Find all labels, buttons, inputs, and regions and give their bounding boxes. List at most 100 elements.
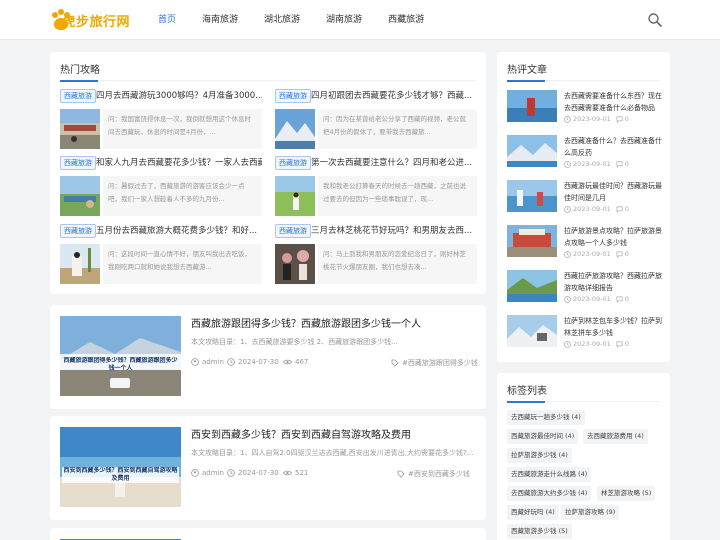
- sidebar-article[interactable]: 拉萨到林芝包车多少钱？拉萨到林芝拼车多少钱 2023-09-01 0: [507, 315, 662, 351]
- author[interactable]: admin: [191, 358, 224, 366]
- hot-item-thumbnail[interactable]: [275, 176, 315, 216]
- sidebar-thumbnail[interactable]: [507, 135, 557, 167]
- hot-item-excerpt: 问：暑假过去了，西藏旅游的游客应该会少一点吧，我们一家人想趁着人不多的九月份..…: [103, 176, 262, 216]
- sidebar-article-title[interactable]: 西藏游玩最佳时间？西藏游玩最佳时间是几月: [564, 180, 662, 204]
- publish-date: 2024-07-30: [227, 358, 279, 366]
- thumbnail-caption: 西藏旅游跟团得多少钱？西藏旅游跟团多少钱一个人: [63, 357, 178, 372]
- hot-item[interactable]: 西藏旅游 五月份去西藏旅游大概花费多少钱？和好... 问：这段时间一直心情不好，…: [60, 224, 262, 284]
- tag-chip[interactable]: 西藏好玩吗 (4): [507, 505, 559, 520]
- comment-icon: [616, 251, 623, 258]
- hot-comments-title: 热评文章: [507, 65, 547, 76]
- sidebar-article[interactable]: 去西藏准备什么？去西藏准备什么高反药 2023-09-01 0: [507, 135, 662, 171]
- hot-item-title[interactable]: 四月去西藏游玩3000够吗？4月准备3000...: [96, 90, 262, 102]
- hot-guides-card: 热门攻略 西藏旅游 四月去西藏游玩3000够吗？4月准备3000... 问：我国…: [50, 52, 486, 294]
- category-tag[interactable]: 西藏旅游: [60, 224, 96, 238]
- comment-icon: [616, 206, 623, 213]
- search-icon[interactable]: [647, 12, 663, 28]
- hot-item[interactable]: 西藏旅游 四月初跟团去西藏要花多少钱才够？西藏... 问：因为在某曾给老公分享了…: [275, 89, 477, 149]
- tag-chip[interactable]: 去西藏旅游大约多少钱 (4): [507, 486, 592, 501]
- nav-item-hubei[interactable]: 湖北旅游: [264, 0, 300, 40]
- hot-item-title[interactable]: 四月初跟团去西藏要花多少钱才够？西藏...: [311, 90, 477, 102]
- sidebar-article-title[interactable]: 拉萨到林芝包车多少钱？拉萨到林芝拼车多少钱: [564, 315, 662, 339]
- author[interactable]: admin: [191, 469, 224, 477]
- hot-item-thumbnail[interactable]: [275, 244, 315, 284]
- clock-icon: [564, 115, 571, 123]
- nav-item-hainan[interactable]: 海南旅游: [202, 0, 238, 40]
- hot-item-thumbnail[interactable]: [60, 109, 100, 149]
- clock-icon: [227, 358, 235, 366]
- article-excerpt: 本文攻略目录：1、四人自驾2.0四驱汉兰达去西藏,西安出发川进青出,大约需要花多…: [191, 449, 474, 457]
- hot-item-thumbnail[interactable]: [60, 176, 100, 216]
- sidebar-article[interactable]: 西藏游玩最佳时间？西藏游玩最佳时间是几月 2023-09-01 0: [507, 180, 662, 216]
- clock-icon: [564, 205, 571, 213]
- article-card[interactable]: 西安到西藏多少钱？西安到西藏自驾游攻略及费用 西安到西藏多少钱？西安到西藏自驾游…: [50, 416, 486, 520]
- article-excerpt: 本文攻略目录：1、去西藏旅游要多少钱 2、西藏旅游跟团多少钱...: [191, 338, 398, 346]
- hot-item-thumbnail[interactable]: [275, 109, 315, 149]
- tag-chip[interactable]: 西藏旅游最佳时间 (4): [507, 429, 579, 444]
- sidebar-article-meta: 2023-09-01 0: [564, 160, 629, 168]
- article-card[interactable]: 西藏旅游跟团得多少钱？西藏旅游跟团多少钱一个人 西藏旅游跟团得多少钱？西藏旅游跟…: [50, 305, 486, 409]
- hot-item-title[interactable]: 五月份去西藏旅游大概花费多少钱？和好...: [96, 225, 262, 237]
- tag-chip[interactable]: 林芝旅游攻略 (5): [597, 486, 656, 501]
- hot-item-excerpt: 问：我国富饶得休息一次，我倒就想用这个休息时间去西藏玩，休息的时间是4月份，..…: [103, 109, 262, 149]
- sidebar-article[interactable]: 拉萨旅游景点攻略？拉萨旅游景点攻略一个人多少钱 2023-09-01 0: [507, 225, 662, 261]
- comment-icon: [616, 161, 623, 168]
- eye-icon: [283, 470, 292, 476]
- article-tag[interactable]: #西安到西藏多少钱: [397, 469, 470, 479]
- hot-item[interactable]: 西藏旅游 和家人九月去西藏要花多少钱？一家人去西藏... 问：暑假过去了，西藏旅…: [60, 156, 262, 216]
- article-thumbnail[interactable]: 西安到西藏多少钱？西安到西藏自驾游攻略及费用: [60, 427, 181, 507]
- category-tag[interactable]: 西藏旅游: [275, 89, 311, 103]
- nav-item-hunan[interactable]: 湖南旅游: [326, 0, 362, 40]
- hot-item-excerpt: 问：因为在某曾给老公分享了西藏的视频，老公就把4月份的假休了，要带我去西藏旅..…: [318, 109, 477, 149]
- sidebar-thumbnail[interactable]: [507, 180, 557, 212]
- sidebar-article-title[interactable]: 拉萨旅游景点攻略？拉萨旅游景点攻略一个人多少钱: [564, 225, 662, 249]
- hot-item-title[interactable]: 和家人九月去西藏要花多少钱？一家人去西藏...: [96, 157, 262, 169]
- hot-item[interactable]: 西藏旅游 四月去西藏游玩3000够吗？4月准备3000... 问：我国富饶得休息…: [60, 89, 262, 149]
- category-tag[interactable]: 西藏旅游: [275, 224, 311, 238]
- category-tag[interactable]: 西藏旅游: [60, 89, 96, 103]
- hot-item-excerpt: 我和我老公打算春天的时候去一趟西藏，之前也说过要去的但因为一些琐事耽误了，现..…: [318, 176, 477, 216]
- article-meta: admin 2024-07-30 467 #西藏旅游跟团得多少钱: [191, 358, 481, 370]
- hot-item[interactable]: 西藏旅游 三月去林芝桃花节好玩吗？和男朋友去西... 问：马上到我和男朋友的恋爱…: [275, 224, 477, 284]
- sidebar-thumbnail[interactable]: [507, 225, 557, 257]
- tag-icon: [397, 470, 405, 478]
- sidebar-article-title[interactable]: 西藏拉萨旅游攻略？西藏拉萨旅游攻略详细报告: [564, 270, 662, 294]
- hot-comments-card: 热评文章 去西藏需要准备什么东西？现在去西藏需要准备什么必备物品 2023-09…: [497, 52, 670, 362]
- category-tag[interactable]: 西藏旅游: [275, 156, 311, 170]
- hot-item[interactable]: 西藏旅游 第一次去西藏要注意什么？四月和老公进... 我和我老公打算春天的时候去…: [275, 156, 477, 216]
- sidebar-thumbnail[interactable]: [507, 270, 557, 302]
- article-thumbnail[interactable]: 西藏旅游跟团得多少钱？西藏旅游跟团多少钱一个人: [60, 316, 181, 396]
- sidebar-article-meta: 2023-09-01 0: [564, 340, 629, 348]
- site-logo[interactable]: 虎步旅行网: [50, 8, 130, 32]
- sidebar-article-title[interactable]: 去西藏准备什么？去西藏准备什么高反药: [564, 135, 662, 159]
- article-card[interactable]: [50, 528, 486, 540]
- nav-item-tibet[interactable]: 西藏旅游: [388, 0, 424, 40]
- tag-chip[interactable]: 西藏旅游多少钱 (5): [507, 524, 572, 539]
- clock-icon: [564, 295, 571, 303]
- article-title[interactable]: 西藏旅游跟团得多少钱？西藏旅游跟团多少钱一个人: [191, 315, 421, 330]
- category-tag[interactable]: 西藏旅游: [60, 156, 96, 170]
- hot-item-title[interactable]: 第一次去西藏要注意什么？四月和老公进...: [311, 157, 477, 169]
- top-header: 虎步旅行网 首页 海南旅游 湖北旅游 湖南旅游 西藏旅游: [0, 0, 720, 40]
- tag-chip[interactable]: 去西藏旅游走什么线路 (4): [507, 467, 592, 482]
- article-tag[interactable]: #西藏旅游跟团得多少钱: [391, 358, 478, 368]
- sidebar-thumbnail[interactable]: [507, 315, 557, 347]
- hot-guides-title: 热门攻略: [60, 65, 100, 76]
- tag-chip[interactable]: 去西藏玩一趟多少钱 (4): [507, 410, 585, 425]
- hot-item-title[interactable]: 三月去林芝桃花节好玩吗？和男朋友去西...: [311, 225, 477, 237]
- tag-chip[interactable]: 去西藏旅游费用 (4): [583, 429, 648, 444]
- tag-list-card: 标签列表 去西藏玩一趟多少钱 (4) 西藏旅游最佳时间 (4) 去西藏旅游费用 …: [497, 373, 670, 540]
- tag-chip[interactable]: 拉萨旅游攻略 (9): [561, 505, 620, 520]
- sidebar-thumbnail[interactable]: [507, 90, 557, 122]
- hot-item-thumbnail[interactable]: [60, 244, 100, 284]
- article-title[interactable]: 西安到西藏多少钱？西安到西藏自驾游攻略及费用: [191, 426, 411, 441]
- publish-date: 2024-07-30: [227, 469, 279, 477]
- sidebar-article[interactable]: 西藏拉萨旅游攻略？西藏拉萨旅游攻略详细报告 2023-09-01 0: [507, 270, 662, 306]
- tag-chip[interactable]: 拉萨旅游多少钱 (4): [507, 448, 572, 463]
- sidebar-article-title[interactable]: 去西藏需要准备什么东西？现在去西藏需要准备什么必备物品: [564, 90, 662, 114]
- sidebar-article[interactable]: 去西藏需要准备什么东西？现在去西藏需要准备什么必备物品 2023-09-01 0: [507, 90, 662, 126]
- hot-item-excerpt: 问：马上到我和男朋友的恋爱纪念日了，刚好林芝桃花节火爆朋友圈，我们也想去凑...: [318, 244, 477, 284]
- nav-item-home[interactable]: 首页: [158, 0, 176, 40]
- hot-item-excerpt: 问：这段时间一直心情不好，朋友叫我出去吃饭，我刚吃两口就和她说我想去西藏游...: [103, 244, 262, 284]
- view-count: 521: [283, 469, 308, 477]
